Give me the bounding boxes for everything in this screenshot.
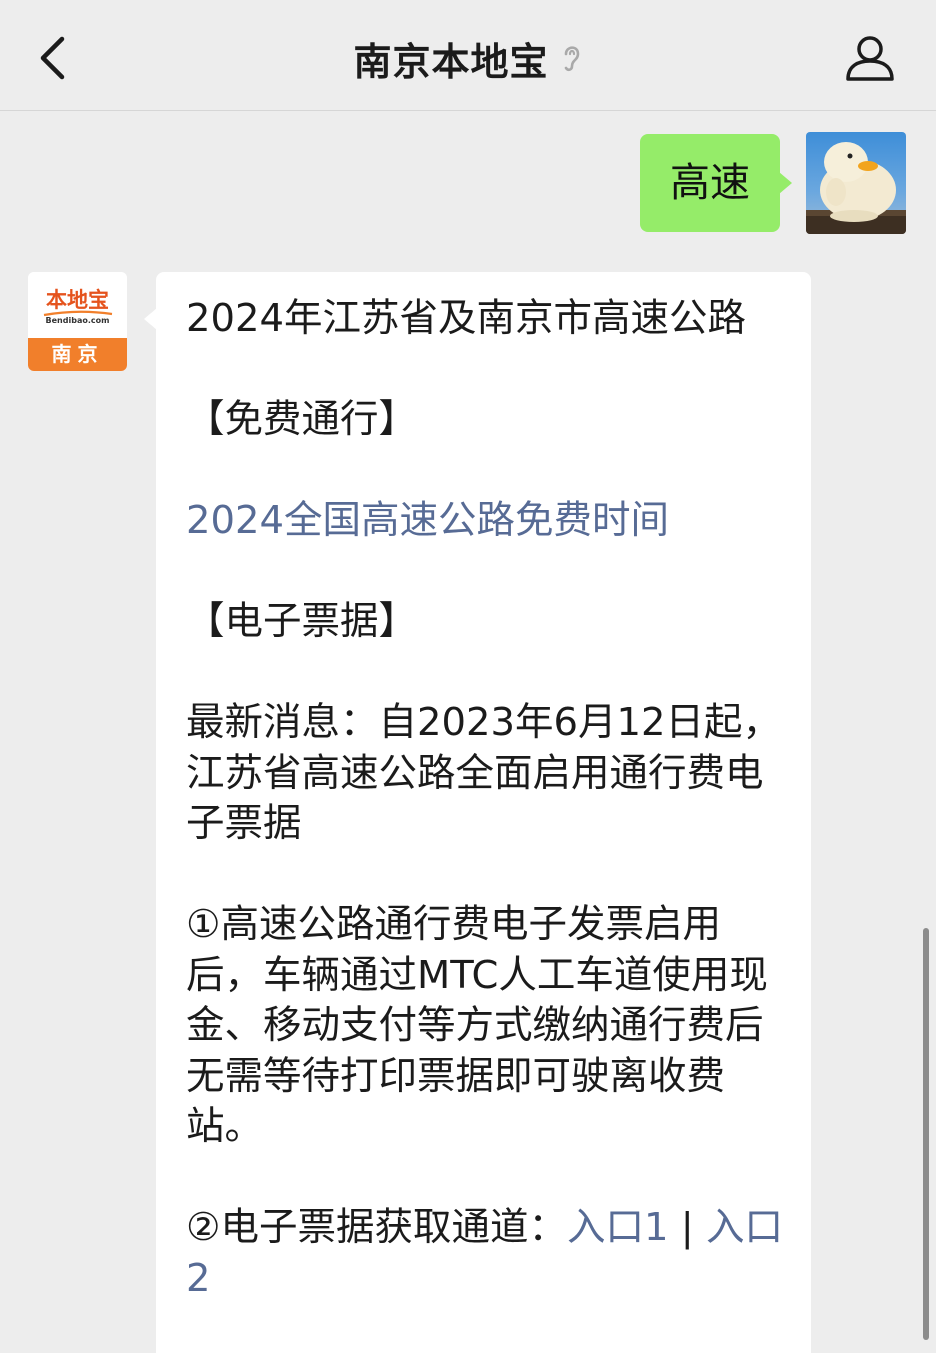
header-bar: 南京本地宝 (0, 0, 936, 111)
profile-button[interactable] (844, 32, 896, 84)
section-heading-free-pass: 【免费通行】 (186, 397, 418, 442)
entry-link-1[interactable]: 入口1 (567, 1205, 669, 1250)
outgoing-bubble[interactable]: 高速 (640, 134, 792, 232)
incoming-message: 本地宝 Bendibao.com 南京 2024年江苏省及南京市高速公路 【免费… (28, 272, 811, 1353)
avatar-plush-image (806, 142, 906, 234)
chat-screen: 南京本地宝 高速 本地宝 Bendibao.com 南京 2024年江苏省及南京… (0, 0, 936, 1353)
link-separator: | (668, 1205, 706, 1250)
bot-city-label: 南京 (28, 338, 127, 371)
bot-logo-area: 本地宝 Bendibao.com (28, 272, 127, 338)
title-area: 南京本地宝 (0, 30, 936, 86)
article-title: 2024年江苏省及南京市高速公路 (186, 296, 746, 341)
outgoing-message: 高速 (640, 132, 906, 234)
outgoing-text: 高速 (670, 160, 750, 206)
free-time-link[interactable]: 2024全国高速公路免费时间 (186, 498, 669, 543)
point-two-prefix: ②电子票据获取通道： (186, 1205, 568, 1250)
scrollbar[interactable] (923, 928, 929, 1340)
user-avatar[interactable] (806, 132, 906, 234)
bot-avatar[interactable]: 本地宝 Bendibao.com 南京 (28, 272, 127, 371)
section-heading-e-receipt: 【电子票据】 (186, 599, 418, 644)
chat-title: 南京本地宝 (353, 39, 549, 84)
person-icon (846, 36, 894, 81)
point-one-paragraph: ①高速公路通行费电子发票启用后，车辆通过MTC人工车道使用现金、移动支付等方式缴… (186, 902, 768, 1149)
news-paragraph: 最新消息：自2023年6月12日起，江苏省高速公路全面启用通行费电子票据 (186, 700, 781, 846)
point-two-paragraph: ②电子票据获取通道：入口1 | 入口2 (186, 1203, 783, 1304)
bot-url-text: Bendibao.com (45, 316, 110, 325)
incoming-bubble[interactable]: 2024年江苏省及南京市高速公路 【免费通行】 2024全国高速公路免费时间 【… (144, 272, 811, 1353)
ear-icon (564, 46, 579, 72)
